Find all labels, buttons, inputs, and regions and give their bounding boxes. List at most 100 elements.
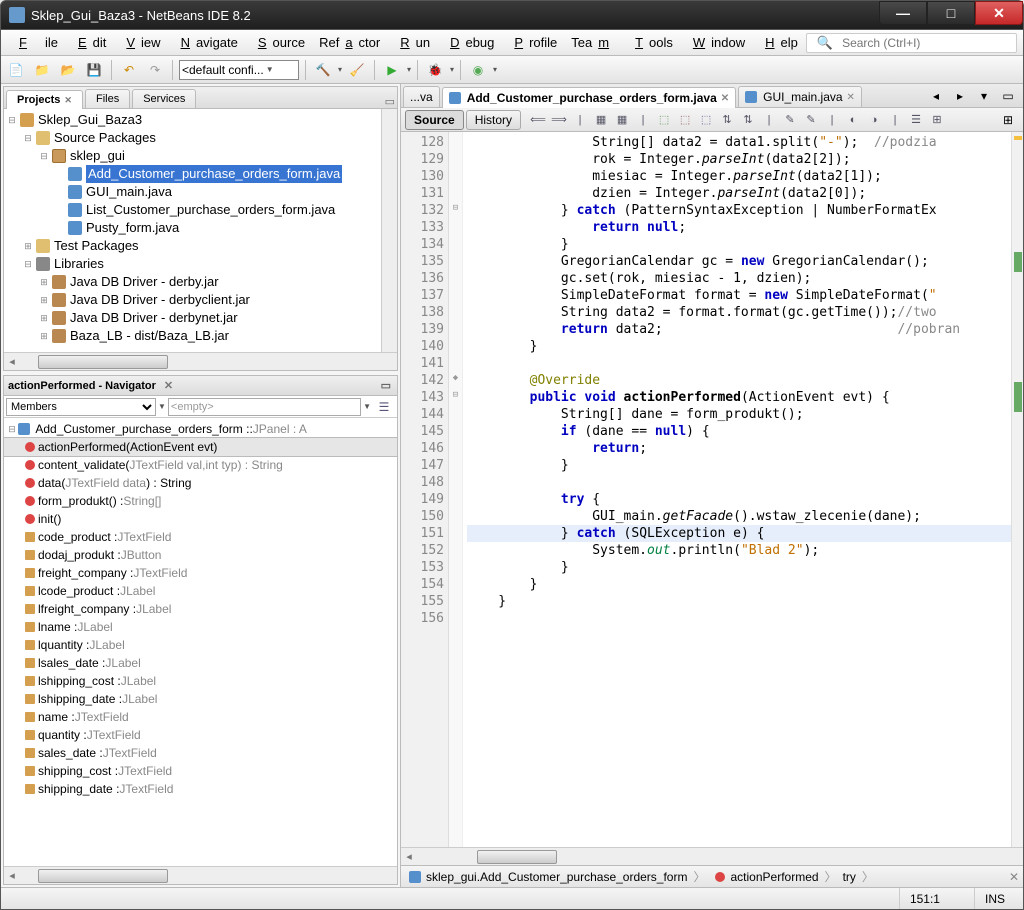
menu-window[interactable]: Window — [681, 33, 751, 52]
clean-build-button[interactable]: 🧹 — [346, 59, 368, 81]
close-icon[interactable]: ✕ — [164, 379, 173, 392]
editor-tab-gui-main[interactable]: GUI_main.java✕ — [738, 86, 862, 107]
package-node[interactable]: ⊟sklep_gui — [38, 147, 397, 165]
source-tab[interactable]: Source — [405, 110, 464, 130]
quick-search[interactable]: 🔍 — [806, 33, 1017, 53]
editor-hscroll[interactable]: ◂ — [401, 847, 1023, 865]
nav-field-lshipping-cost[interactable]: lshipping_cost : JLabel — [4, 672, 397, 690]
close-icon[interactable]: ✕ — [1009, 870, 1019, 884]
nav-field-lsales-date[interactable]: lsales_date : JLabel — [4, 654, 397, 672]
menu-team[interactable]: Team — [565, 33, 621, 52]
nav-method-data[interactable]: data(JTextField data) : String — [4, 474, 397, 492]
redo-button[interactable]: ↷ — [144, 59, 166, 81]
tab-scroll-left-icon[interactable]: ◂ — [925, 85, 947, 107]
navigator-view-select[interactable]: Members — [6, 398, 156, 416]
profile-button[interactable]: ◉ — [467, 59, 489, 81]
nav-field-lquantity[interactable]: lquantity : JLabel — [4, 636, 397, 654]
toolbar-icon[interactable]: ▦ — [592, 111, 610, 129]
crumb-class[interactable]: sklep_gui.Add_Customer_purchase_orders_f… — [405, 870, 691, 884]
new-project-button[interactable]: 📁 — [31, 59, 53, 81]
nav-fwd-icon[interactable]: ⟹ — [550, 111, 568, 129]
nav-method-content-validate[interactable]: content_validate(JTextField val, int typ… — [4, 456, 397, 474]
window-maximize-button[interactable]: □ — [927, 1, 975, 25]
toolbar-icon[interactable]: ✎ — [802, 111, 820, 129]
new-file-button[interactable]: 📄 — [5, 59, 27, 81]
close-icon[interactable]: ✕ — [721, 93, 729, 104]
minimize-panel-icon[interactable]: ▭ — [385, 95, 395, 108]
editor-tab-truncated[interactable]: ...va — [403, 86, 440, 107]
nav-field-freight-company[interactable]: freight_company : JTextField — [4, 564, 397, 582]
menu-source[interactable]: Source — [246, 33, 311, 52]
tab-files[interactable]: Files — [85, 89, 130, 108]
project-root[interactable]: ⊟Sklep_Gui_Baza3 — [6, 111, 397, 129]
navigator-class-node[interactable]: ⊟ Add_Customer_purchase_orders_form :: J… — [4, 420, 397, 438]
toolbar-icon[interactable]: ⬚ — [655, 111, 673, 129]
nav-field-shipping-cost[interactable]: shipping_cost : JTextField — [4, 762, 397, 780]
nav-field-shipping-date[interactable]: shipping_date : JTextField — [4, 780, 397, 798]
close-icon[interactable]: ✕ — [847, 92, 855, 103]
history-tab[interactable]: History — [466, 110, 521, 130]
test-packages-node[interactable]: ⊞Test Packages — [22, 237, 397, 255]
toolbar-icon[interactable]: ⬚ — [697, 111, 715, 129]
crumb-block[interactable]: try — [839, 870, 860, 884]
menu-tools[interactable]: Tools — [623, 33, 679, 52]
nav-field-sales-date[interactable]: sales_date : JTextField — [4, 744, 397, 762]
editor-tab-add-customer-form[interactable]: Add_Customer_purchase_orders_form.java✕ — [442, 87, 736, 108]
toolbar-icon[interactable]: ◐ — [844, 111, 862, 129]
fold-gutter[interactable]: ⊟ ◆⊟ — [449, 132, 463, 847]
projects-hscroll[interactable]: ◂ — [4, 352, 397, 370]
toolbar-icon[interactable]: ✎ — [781, 111, 799, 129]
file-gui-main[interactable]: GUI_main.java — [54, 183, 397, 201]
open-project-button[interactable]: 📂 — [57, 59, 79, 81]
window-close-button[interactable]: ✕ — [975, 1, 1023, 25]
toolbar-icon[interactable]: ⊞ — [928, 111, 946, 129]
file-list-customer-form[interactable]: List_Customer_purchase_orders_form.java — [54, 201, 397, 219]
nav-method-actionperformed[interactable]: actionPerformed(ActionEvent evt) — [4, 438, 397, 456]
file-pusty-form[interactable]: Pusty_form.java — [54, 219, 397, 237]
save-all-button[interactable]: 💾 — [83, 59, 105, 81]
navigator-hscroll[interactable]: ◂ — [4, 866, 397, 884]
nav-field-lname[interactable]: lname : JLabel — [4, 618, 397, 636]
nav-field-lshipping-date[interactable]: lshipping_date : JLabel — [4, 690, 397, 708]
nav-field-name[interactable]: name : JTextField — [4, 708, 397, 726]
menu-file[interactable]: File — [7, 33, 64, 52]
run-config-select[interactable]: <default confi...▼ — [179, 60, 299, 80]
close-icon[interactable]: ✕ — [64, 95, 72, 106]
code-area[interactable]: String[] data2 = data1.split("-"); //pod… — [463, 132, 1011, 847]
undo-button[interactable]: ↶ — [118, 59, 140, 81]
navigator-options-icon[interactable]: ☰ — [373, 396, 395, 418]
minimize-panel-icon[interactable]: ▭ — [381, 379, 391, 392]
nav-field-dodaj-produkt[interactable]: dodaj_produkt : JButton — [4, 546, 397, 564]
tab-list-icon[interactable]: ▾ — [973, 85, 995, 107]
menu-debug[interactable]: Debug — [438, 33, 500, 52]
crumb-method[interactable]: actionPerformed — [708, 870, 823, 884]
nav-back-icon[interactable]: ⟸ — [529, 111, 547, 129]
error-stripe[interactable] — [1011, 132, 1023, 847]
code-editor[interactable]: 1281291301311321331341351361371381391401… — [401, 132, 1023, 847]
tab-scroll-right-icon[interactable]: ▸ — [949, 85, 971, 107]
toolbar-icon[interactable]: ◑ — [865, 111, 883, 129]
source-packages-node[interactable]: ⊟Source Packages — [22, 129, 397, 147]
toolbar-icon[interactable]: ⬚ — [676, 111, 694, 129]
nav-method-form-produkt[interactable]: form_produkt() : String[] — [4, 492, 397, 510]
file-add-customer-form[interactable]: Add_Customer_purchase_orders_form.java — [54, 165, 397, 183]
nav-field-lfreight-company[interactable]: lfreight_company : JLabel — [4, 600, 397, 618]
lib-baza-lb[interactable]: ⊞Baza_LB - dist/Baza_LB.jar — [38, 327, 397, 345]
toolbar-icon[interactable]: ☰ — [907, 111, 925, 129]
run-button[interactable]: ▶ — [381, 59, 403, 81]
toolbar-icon[interactable]: ⇅ — [739, 111, 757, 129]
maximize-editor-icon[interactable]: ▭ — [997, 85, 1019, 107]
menu-view[interactable]: View — [114, 33, 166, 52]
menu-refactor[interactable]: Refactor — [313, 33, 386, 52]
nav-method-init[interactable]: init() — [4, 510, 397, 528]
menu-run[interactable]: Run — [388, 33, 436, 52]
nav-field-lcode-product[interactable]: lcode_product : JLabel — [4, 582, 397, 600]
navigator-filter-input[interactable] — [168, 398, 361, 416]
window-minimize-button[interactable]: — — [879, 1, 927, 25]
toolbar-icon[interactable]: ▦ — [613, 111, 631, 129]
quick-search-input[interactable] — [842, 36, 1012, 50]
menu-edit[interactable]: Edit — [66, 33, 112, 52]
menu-navigate[interactable]: Navigate — [169, 33, 244, 52]
toolbar-icon[interactable]: ⇅ — [718, 111, 736, 129]
debug-button[interactable]: 🐞 — [424, 59, 446, 81]
